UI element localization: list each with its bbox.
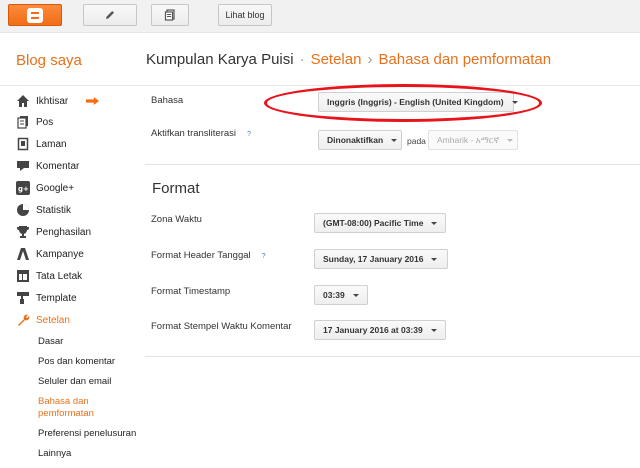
timestamp-format-select[interactable]: 03:39: [314, 285, 368, 305]
sidebar-item-label: Setelan: [36, 314, 70, 326]
section-divider: [145, 356, 640, 357]
sidebar-item-campaigns[interactable]: Kampanye: [16, 245, 84, 263]
megaphone-icon: [86, 97, 99, 105]
format-heading: Format: [152, 180, 200, 197]
settings-sub-basic[interactable]: Dasar: [38, 336, 63, 347]
sidebar-item-label: Tata Letak: [36, 270, 83, 282]
sidebar-item-template[interactable]: Template: [16, 289, 77, 307]
page-header: Blog saya Kumpulan Karya Puisi · Setelan › B…: [0, 33, 640, 86]
posts-list-icon: [164, 9, 175, 21]
date-header-format-select[interactable]: Sunday, 17 January 2016: [314, 249, 448, 269]
sidebar-item-earnings[interactable]: Penghasilan: [16, 223, 91, 241]
chevron-down-icon: [391, 138, 398, 142]
transliteration-select[interactable]: Dinonaktifkan: [318, 130, 402, 150]
settings-sub-other[interactable]: Lainnya: [38, 448, 71, 459]
pada-label: pada: [407, 136, 426, 146]
date-header-format-label: Format Header Tanggal?: [151, 250, 269, 262]
breadcrumb-section[interactable]: Setelan: [311, 51, 362, 68]
top-toolbar: Lihat blog: [0, 0, 640, 33]
red-annotation-ellipse: [264, 84, 542, 122]
googleplus-icon: g+: [16, 181, 30, 195]
breadcrumb-blog-name: Kumpulan Karya Puisi: [146, 51, 294, 68]
transliteration-language-value: Amharik - አማርኛ: [437, 134, 500, 145]
help-icon[interactable]: ?: [244, 130, 254, 140]
timestamp-format-value: 03:39: [323, 290, 345, 300]
sidebar-item-label: Penghasilan: [36, 226, 92, 238]
transliteration-label: Aktifkan transliterasi?: [151, 128, 254, 140]
help-icon[interactable]: ?: [259, 252, 269, 262]
pages-icon: [16, 137, 30, 151]
sidebar-item-label: Template: [36, 292, 77, 304]
breadcrumb-page: Bahasa dan pemformatan: [378, 51, 552, 68]
posts-list-button[interactable]: [151, 4, 189, 26]
settings-sub-mobile-email[interactable]: Seluler dan email: [38, 376, 111, 387]
sidebar-item-label: Laman: [36, 138, 67, 150]
sidebar-item-stats[interactable]: Statistik: [16, 201, 71, 219]
date-header-format-label-text: Format Header Tanggal: [151, 250, 251, 261]
transliteration-label-text: Aktifkan transliterasi: [151, 128, 237, 139]
new-post-button[interactable]: [83, 4, 137, 26]
sidebar-item-pages[interactable]: Laman: [16, 135, 67, 153]
section-divider: [145, 164, 640, 165]
svg-text:g+: g+: [18, 185, 29, 193]
my-blogs-link[interactable]: Blog saya: [16, 52, 82, 69]
comment-timestamp-format-value: 17 January 2016 at 03:39: [323, 325, 423, 335]
sidebar-item-label: Komentar: [36, 160, 80, 172]
language-label: Bahasa: [151, 95, 184, 106]
sidebar-item-comments[interactable]: Komentar: [16, 157, 79, 175]
sidebar-item-label: Ikhtisar: [36, 95, 69, 107]
breadcrumb-separator: ·: [299, 51, 305, 68]
view-blog-button[interactable]: Lihat blog: [218, 4, 272, 26]
timestamp-format-label: Format Timestamp: [151, 286, 231, 297]
chevron-down-icon: [430, 328, 437, 332]
chevron-down-icon: [507, 138, 514, 142]
trophy-icon: [16, 225, 30, 239]
breadcrumb-separator: ›: [367, 51, 373, 68]
comment-icon: [16, 159, 30, 173]
breadcrumb: Kumpulan Karya Puisi · Setelan › Bahasa dan …: [146, 51, 551, 68]
sidebar-item-label: Kampanye: [36, 248, 84, 260]
posts-icon: [16, 115, 30, 129]
layout-icon: [16, 269, 30, 283]
timezone-select[interactable]: (GMT-08:00) Pacific Time: [314, 213, 446, 233]
sidebar-item-label: Google+: [36, 182, 75, 194]
comment-timestamp-format-select[interactable]: 17 January 2016 at 03:39: [314, 320, 446, 340]
chevron-down-icon: [352, 293, 359, 297]
stats-icon: [16, 203, 30, 217]
chevron-down-icon: [431, 221, 438, 225]
chevron-down-icon: [431, 257, 438, 261]
comment-timestamp-format-label: Format Stempel Waktu Komentar: [151, 321, 292, 332]
sidebar-item-label: Statistik: [36, 204, 72, 216]
blogger-logo-icon: [27, 7, 43, 23]
date-header-format-value: Sunday, 17 January 2016: [323, 254, 424, 264]
campaign-icon: [16, 247, 30, 261]
transliteration-language-select[interactable]: Amharik - አማርኛ: [428, 130, 518, 150]
timezone-select-value: (GMT-08:00) Pacific Time: [323, 218, 424, 228]
sidebar-item-label: Pos: [36, 116, 54, 128]
settings-sub-posts-comments[interactable]: Pos dan komentar: [38, 356, 115, 367]
pencil-icon: [106, 11, 114, 19]
sidebar-item-posts[interactable]: Pos: [16, 113, 53, 131]
timezone-label: Zona Waktu: [151, 214, 202, 225]
home-icon: [16, 94, 30, 108]
sidebar-item-settings[interactable]: Setelan: [16, 311, 70, 329]
template-icon: [16, 291, 30, 305]
sidebar-item-googleplus[interactable]: g+ Google+: [16, 179, 74, 197]
sidebar-item-layout[interactable]: Tata Letak: [16, 267, 82, 285]
settings-sub-language-formatting[interactable]: Bahasa dan pemformatan: [38, 396, 128, 420]
transliteration-select-value: Dinonaktifkan: [327, 135, 384, 145]
blogger-home-button[interactable]: [8, 4, 62, 26]
wrench-icon: [16, 313, 30, 327]
sidebar-item-overview[interactable]: Ikhtisar: [16, 92, 68, 110]
settings-sub-search-preferences[interactable]: Preferensi penelusuran: [38, 428, 136, 439]
